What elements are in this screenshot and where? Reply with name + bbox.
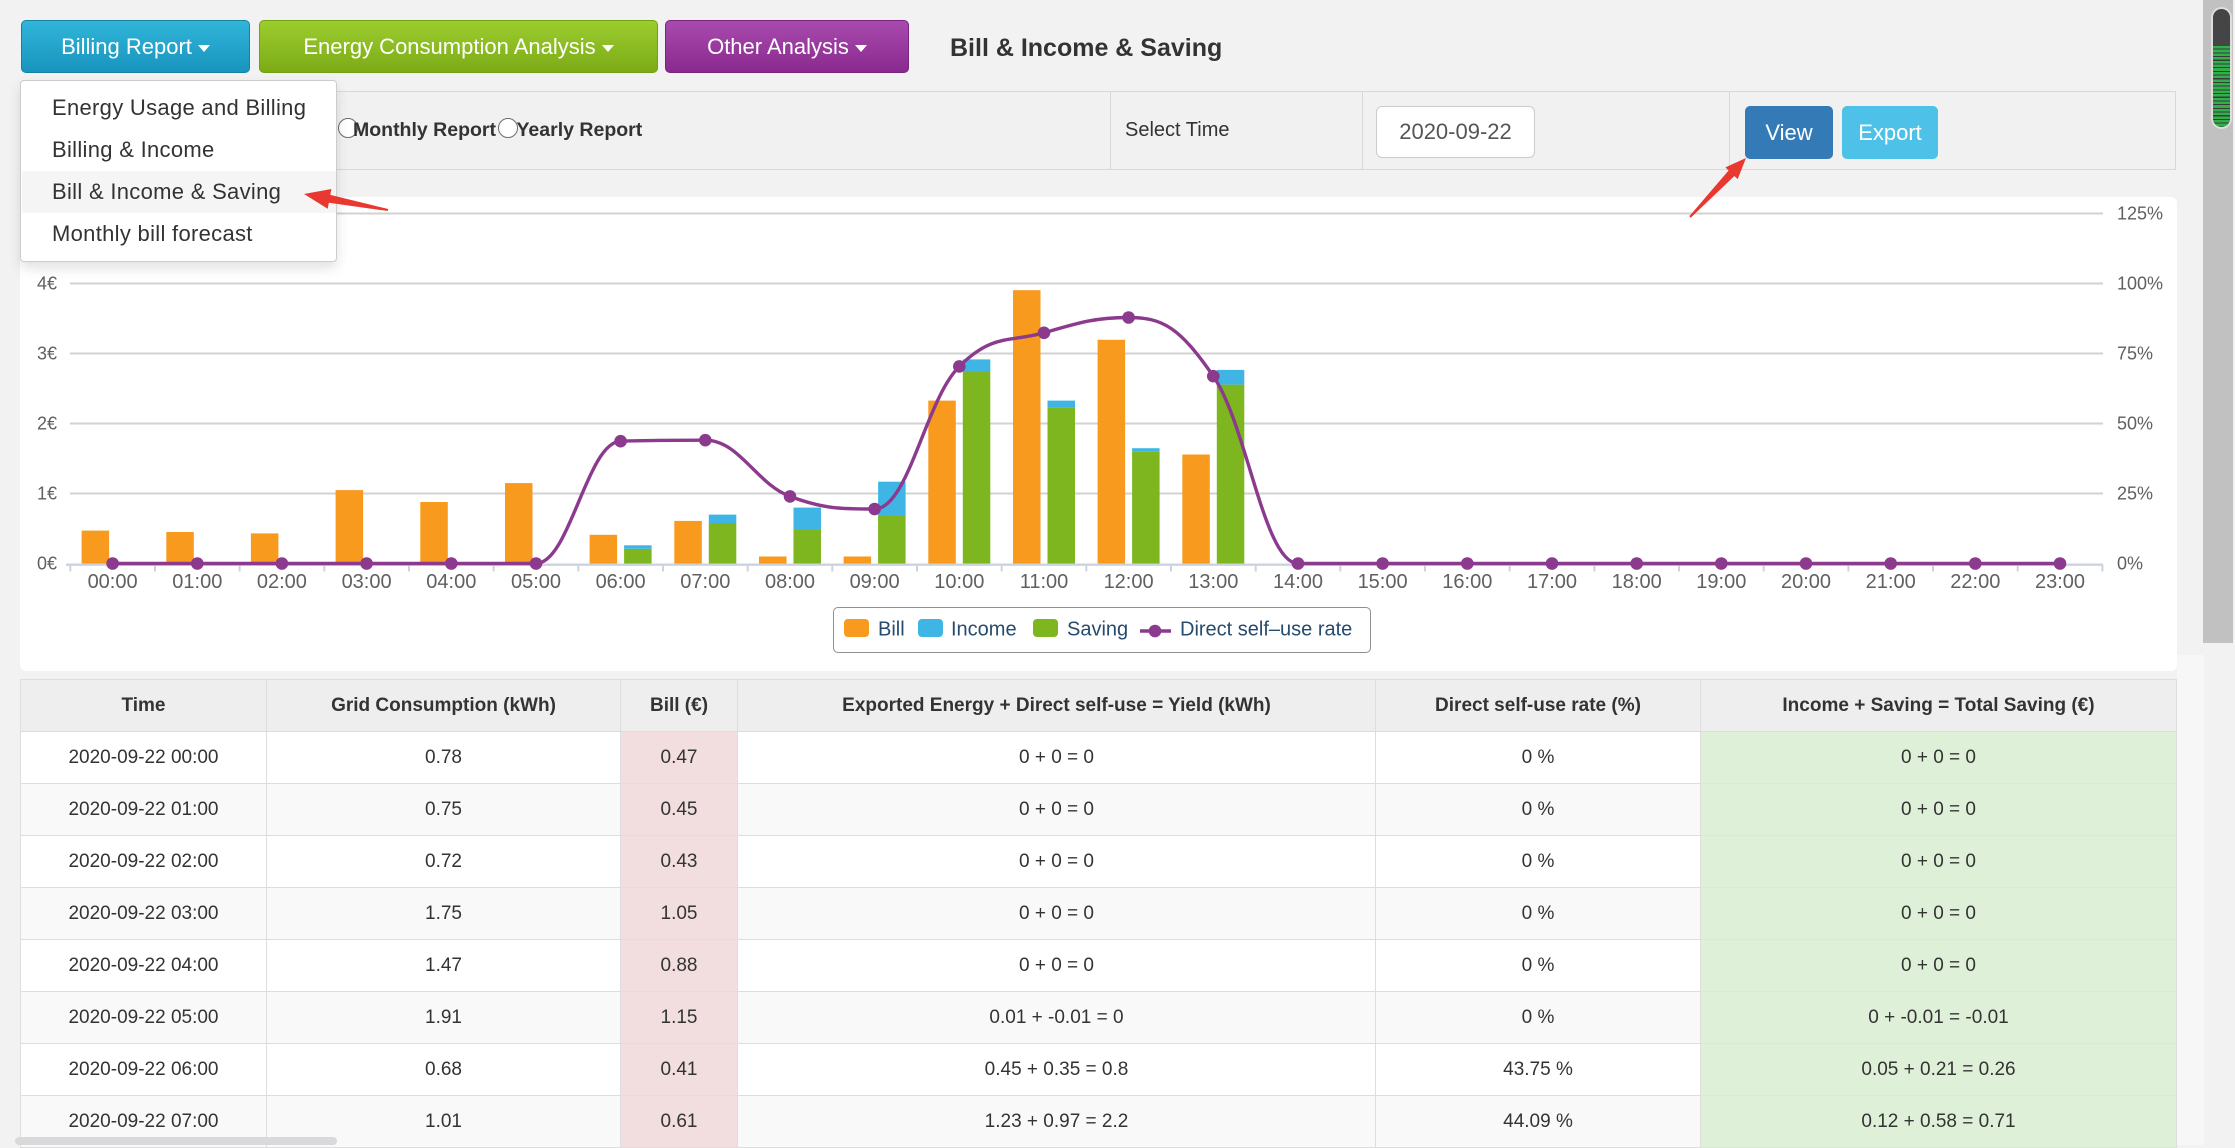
svg-text:10:00: 10:00 [934,571,984,593]
svg-text:17:00: 17:00 [1527,571,1577,593]
svg-text:02:00: 02:00 [257,571,307,593]
svg-text:3€: 3€ [37,344,57,364]
svg-text:1€: 1€ [37,484,57,504]
svg-text:25%: 25% [2117,484,2153,504]
svg-text:22:00: 22:00 [1950,571,2000,593]
svg-text:18:00: 18:00 [1612,571,1662,593]
svg-text:0%: 0% [2117,554,2143,574]
svg-text:12:00: 12:00 [1104,571,1154,593]
svg-text:09:00: 09:00 [850,571,900,593]
svg-text:03:00: 03:00 [342,571,392,593]
svg-text:01:00: 01:00 [172,571,222,593]
svg-text:11:00: 11:00 [1020,571,1069,593]
svg-text:19:00: 19:00 [1696,571,1746,593]
svg-text:21:00: 21:00 [1866,571,1916,593]
svg-text:07:00: 07:00 [680,571,730,593]
svg-text:14:00: 14:00 [1273,571,1323,593]
svg-text:125%: 125% [2117,204,2163,224]
svg-text:100%: 100% [2117,274,2163,294]
svg-text:08:00: 08:00 [765,571,815,593]
svg-text:00:00: 00:00 [88,571,138,593]
svg-text:15:00: 15:00 [1358,571,1408,593]
svg-text:16:00: 16:00 [1442,571,1492,593]
svg-text:05:00: 05:00 [511,571,561,593]
svg-text:4€: 4€ [37,274,57,294]
svg-text:23:00: 23:00 [2035,571,2085,593]
svg-text:75%: 75% [2117,344,2153,364]
svg-text:20:00: 20:00 [1781,571,1831,593]
svg-text:13:00: 13:00 [1188,571,1238,593]
svg-text:06:00: 06:00 [596,571,646,593]
svg-text:50%: 50% [2117,414,2153,434]
svg-text:0€: 0€ [37,554,57,574]
svg-text:2€: 2€ [37,414,57,434]
svg-text:04:00: 04:00 [426,571,476,593]
